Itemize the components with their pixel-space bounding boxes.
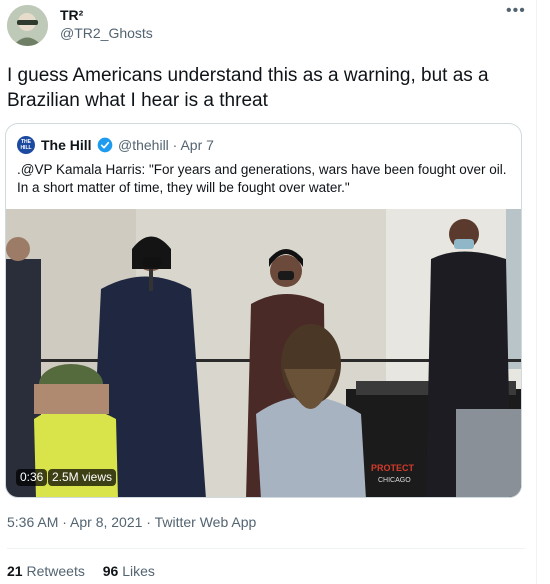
video-views: 2.5M views	[48, 469, 117, 486]
protect-chicago-sign: PROTECT	[371, 463, 415, 473]
quoted-handle-date: @thehill · Apr 7	[118, 137, 214, 153]
tweet-text: I guess Americans understand this as a w…	[7, 65, 489, 111]
retweets-stat[interactable]: 21 Retweets	[7, 563, 85, 579]
divider	[7, 548, 525, 549]
likes-count: 96	[102, 563, 119, 579]
retweets-label: Retweets	[26, 563, 85, 579]
likes-label: Likes	[122, 563, 155, 579]
video-duration: 0:36	[16, 469, 48, 486]
the-hill-logo[interactable]: THE HILL	[17, 136, 35, 154]
quoted-tweet[interactable]: THE HILL The Hill @thehill · Apr 7 .@VP K…	[5, 123, 522, 498]
display-name[interactable]: TR²	[60, 7, 83, 23]
tweet-card: TR² @TR2_Ghosts ••• I guess Americans un…	[0, 0, 537, 584]
avatar[interactable]	[7, 5, 48, 46]
quoted-display-name[interactable]: The Hill	[41, 137, 92, 153]
retweets-count: 21	[7, 563, 23, 579]
chicago-sign: CHICAGO	[378, 477, 411, 484]
more-horizontal-icon[interactable]: •••	[506, 2, 526, 20]
tweet-timestamp[interactable]: 5:36 AM · Apr 8, 2021 · Twitter Web App	[7, 514, 256, 530]
verified-badge-icon	[97, 137, 113, 153]
video-thumbnail: PROTECT CHICAGO	[6, 209, 521, 497]
likes-stat[interactable]: 96 Likes	[103, 563, 155, 579]
user-handle[interactable]: @TR2_Ghosts	[60, 25, 153, 41]
video-player[interactable]: PROTECT CHICAGO 0:36 2.5M views	[6, 209, 521, 497]
tweet-stats: 21 Retweets 96 Likes	[7, 563, 155, 579]
quoted-tweet-text: .@VP Kamala Harris: "For years and gener…	[17, 162, 507, 195]
